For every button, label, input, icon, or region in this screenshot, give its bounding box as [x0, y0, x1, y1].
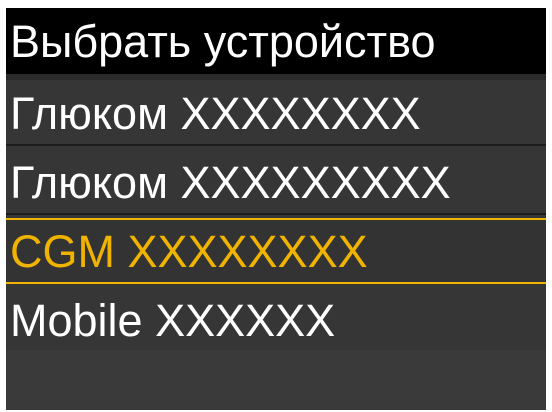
device-item-label: Глюком XXXXXXXX: [10, 88, 421, 139]
device-item-glucometer-1[interactable]: Глюком XXXXXXXX: [6, 80, 546, 146]
device-select-screen: Выбрать устройство Глюком XXXXXXXX Глюко…: [6, 8, 546, 410]
page-title: Выбрать устройство: [10, 16, 436, 67]
device-item-mobile[interactable]: Mobile XXXXXX: [6, 287, 546, 353]
empty-list-area: [6, 350, 546, 410]
device-item-label: Mobile XXXXXX: [10, 295, 336, 346]
device-item-glucometer-2[interactable]: Глюком XXXXXXXXX: [6, 149, 546, 215]
device-item-cgm[interactable]: CGM XXXXXXXX: [6, 218, 546, 284]
header-bar: Выбрать устройство: [6, 8, 546, 74]
device-item-label: Глюком XXXXXXXXX: [10, 157, 451, 208]
device-item-label: CGM XXXXXXXX: [10, 226, 368, 277]
